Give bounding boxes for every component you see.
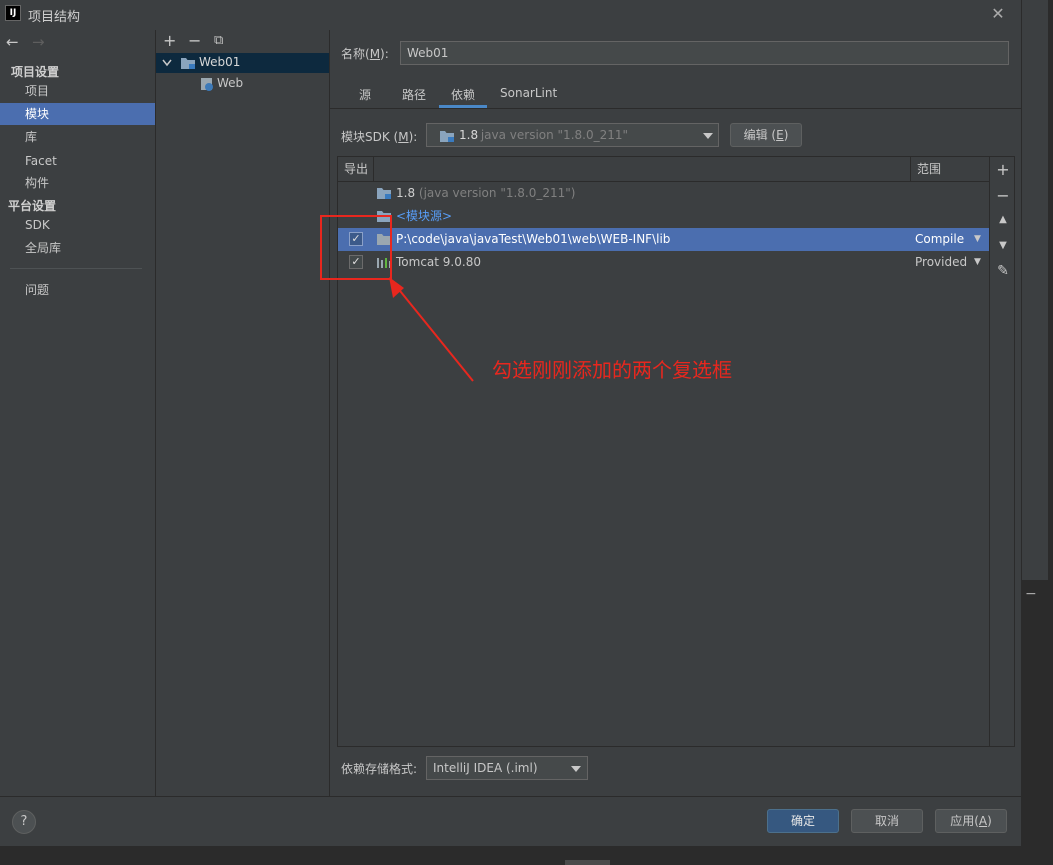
web-facet-icon bbox=[201, 78, 213, 91]
table-row[interactable]: ✓ Tomcat 9.0.80 Provided ▼ bbox=[338, 251, 989, 274]
module-sdk-label: 模块SDK (M): bbox=[341, 130, 418, 144]
sidebar-item-global-libraries[interactable]: 全局库 bbox=[0, 237, 155, 259]
dependency-name: <模块源> bbox=[396, 209, 453, 223]
dependency-name: 1.8 (java version "1.8.0_211") bbox=[396, 186, 576, 200]
intellij-app-icon: IJ bbox=[5, 5, 21, 21]
edit-dependency-icon[interactable]: ✎ bbox=[993, 263, 1013, 283]
background-ide-panel bbox=[1022, 0, 1048, 580]
back-arrow-icon[interactable]: ← bbox=[6, 33, 19, 51]
tab-paths[interactable]: 路径 bbox=[402, 86, 426, 106]
storage-format-label: 依赖存储格式: bbox=[341, 762, 418, 776]
module-tree-panel: + − ⧉ Web01 Web bbox=[156, 30, 330, 796]
tree-node-label: Web01 bbox=[199, 55, 241, 69]
help-button[interactable]: ? bbox=[12, 810, 36, 834]
jdk-folder-icon bbox=[377, 188, 391, 199]
copy-icon[interactable]: ⧉ bbox=[214, 33, 223, 48]
dropdown-arrow-icon bbox=[571, 766, 581, 772]
tab-sonarlint[interactable]: SonarLint bbox=[500, 86, 557, 106]
dropdown-arrow-icon bbox=[703, 133, 713, 139]
table-row[interactable]: 1.8 (java version "1.8.0_211") bbox=[338, 182, 989, 205]
sdk-version: 1.8 bbox=[459, 128, 479, 142]
move-up-icon[interactable]: ▲ bbox=[993, 214, 1013, 234]
ok-button[interactable]: 确定 bbox=[767, 809, 839, 833]
add-dependency-icon[interactable]: + bbox=[993, 160, 1013, 180]
module-details-panel: 名称(M): Web01 源 路径 依赖 SonarLint 模块SDK (M)… bbox=[330, 30, 1021, 796]
module-sdk-select[interactable]: 1.8 java version "1.8.0_211" bbox=[426, 123, 719, 147]
remove-dependency-icon[interactable]: − bbox=[993, 186, 1013, 206]
sidebar-item-modules[interactable]: 模块 bbox=[0, 103, 155, 125]
add-icon[interactable]: + bbox=[163, 31, 176, 50]
sidebar-item-artifacts[interactable]: 构件 bbox=[0, 172, 155, 194]
edit-sdk-button[interactable]: 编辑 (E) bbox=[730, 123, 802, 147]
tree-node-web01[interactable]: Web01 bbox=[156, 53, 329, 73]
remove-icon[interactable]: − bbox=[188, 31, 201, 50]
scope-select[interactable]: Provided bbox=[915, 251, 967, 274]
table-row[interactable]: <模块源> bbox=[338, 205, 989, 228]
table-row[interactable]: ✓ P:\code\java\javaTest\Web01\web\WEB-IN… bbox=[338, 228, 989, 251]
forward-arrow-icon[interactable]: → bbox=[32, 33, 45, 51]
sidebar-divider bbox=[10, 268, 142, 269]
background-tab bbox=[565, 860, 610, 865]
column-header-export[interactable]: 导出 bbox=[338, 157, 374, 181]
project-settings-heading: 项目设置 bbox=[11, 65, 60, 79]
annotation-highlight-box bbox=[320, 215, 392, 280]
scope-dropdown-icon[interactable]: ▼ bbox=[974, 251, 981, 274]
background-ide-bottom bbox=[0, 845, 1021, 865]
collapse-icon[interactable]: − bbox=[1025, 586, 1037, 602]
close-icon[interactable]: ✕ bbox=[990, 4, 1006, 23]
dependency-name: P:\code\java\javaTest\Web01\web\WEB-INF\… bbox=[396, 232, 671, 246]
sidebar-item-libraries[interactable]: 库 bbox=[0, 126, 155, 148]
scope-select[interactable]: Compile bbox=[915, 228, 964, 251]
column-header-scope[interactable]: 范围 bbox=[910, 157, 989, 181]
sdk-folder-icon bbox=[440, 131, 454, 142]
sidebar-item-problems[interactable]: 问题 bbox=[0, 279, 155, 301]
sidebar-item-sdk[interactable]: SDK bbox=[0, 214, 155, 236]
platform-settings-heading: 平台设置 bbox=[8, 199, 57, 213]
settings-sidebar: ← → 项目设置 项目 模块 库 Facet 构件 平台设置 SDK 全局库 问… bbox=[0, 30, 156, 796]
scope-dropdown-icon[interactable]: ▼ bbox=[974, 228, 981, 251]
dependencies-table: 导出 范围 1.8 (java version "1.8.0_211") <模块… bbox=[337, 156, 990, 747]
storage-format-select[interactable]: IntelliJ IDEA (.iml) bbox=[426, 756, 588, 780]
module-name-input[interactable]: Web01 bbox=[400, 41, 1009, 65]
cancel-button[interactable]: 取消 bbox=[851, 809, 923, 833]
tab-dependencies[interactable]: 依赖 bbox=[451, 86, 475, 106]
window-title: 项目结构 bbox=[28, 10, 81, 25]
chevron-down-icon[interactable] bbox=[162, 59, 172, 67]
move-down-icon[interactable]: ▼ bbox=[993, 240, 1013, 260]
module-folder-icon bbox=[181, 58, 195, 69]
tree-node-web-facet[interactable]: Web bbox=[156, 74, 329, 94]
sdk-version-detail: java version "1.8.0_211" bbox=[477, 128, 629, 142]
dependency-name: Tomcat 9.0.80 bbox=[396, 255, 481, 269]
tab-sources[interactable]: 源 bbox=[359, 86, 371, 106]
annotation-text: 勾选刚刚添加的两个复选框 bbox=[492, 358, 732, 382]
name-label: 名称(M): bbox=[341, 47, 389, 61]
tabs-divider bbox=[330, 108, 1021, 109]
dialog-footer: ? 确定 取消 应用(A) bbox=[0, 796, 1021, 846]
table-header: 导出 范围 bbox=[338, 157, 989, 182]
storage-format-value: IntelliJ IDEA (.iml) bbox=[433, 761, 538, 775]
apply-button[interactable]: 应用(A) bbox=[935, 809, 1007, 833]
title-bar: IJ 项目结构 ✕ bbox=[0, 0, 1021, 30]
tree-node-label: Web bbox=[217, 76, 244, 90]
sidebar-item-project[interactable]: 项目 bbox=[0, 80, 155, 102]
sidebar-item-facets[interactable]: Facet bbox=[0, 150, 155, 172]
